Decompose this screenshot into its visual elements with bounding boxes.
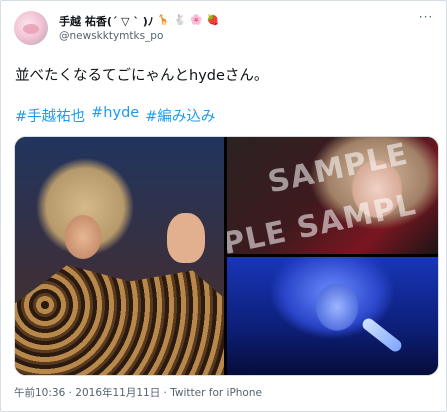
display-name[interactable]: 手越 祐香(´ ▽ ` )ﾉ — [59, 13, 153, 29]
flower-emoji-icon: 🌸 — [190, 15, 203, 26]
microphone — [360, 316, 404, 354]
sample-watermark: PLE SAMPL — [227, 186, 420, 254]
hashtag-row: #手越祐也 #hyde #編み込み — [15, 105, 215, 126]
user-handle[interactable]: @newskktymtks_po — [59, 30, 163, 42]
author-name-row[interactable]: 手越 祐香(´ ▽ ` )ﾉ 🦒 🐇 🌸 🍓 — [59, 13, 219, 29]
tweet-text: 並べたくなるてごにゃんとhydeさん。 — [15, 68, 269, 84]
photo-singer-blue[interactable] — [227, 257, 438, 375]
leopard-jacket — [15, 265, 224, 375]
more-options-icon[interactable]: ··· — [416, 10, 436, 24]
hashtag-link[interactable]: #編み込み — [145, 105, 215, 126]
tweet-card: 手越 祐香(´ ▽ ` )ﾉ 🦒 🐇 🌸 🍓 @newskktymtks_po … — [0, 0, 447, 412]
rabbit-emoji-icon: 🐇 — [173, 15, 187, 26]
avatar[interactable] — [14, 11, 48, 45]
photo-performer-smiling[interactable] — [15, 137, 224, 375]
raised-hand — [167, 213, 205, 263]
tweet-timestamp[interactable]: 午前10:36 · 2016年11月11日 · Twitter for iPho… — [14, 385, 262, 400]
photo-portrait-red[interactable]: SAMPLE PLE SAMPL — [227, 137, 438, 254]
hashtag-link[interactable]: #手越祐也 — [15, 105, 85, 126]
hashtag-link[interactable]: #hyde — [91, 105, 139, 126]
media-grid: SAMPLE PLE SAMPL — [14, 136, 439, 376]
strawberry-emoji-icon: 🍓 — [206, 15, 220, 26]
giraffe-emoji-icon: 🦒 — [157, 15, 170, 26]
